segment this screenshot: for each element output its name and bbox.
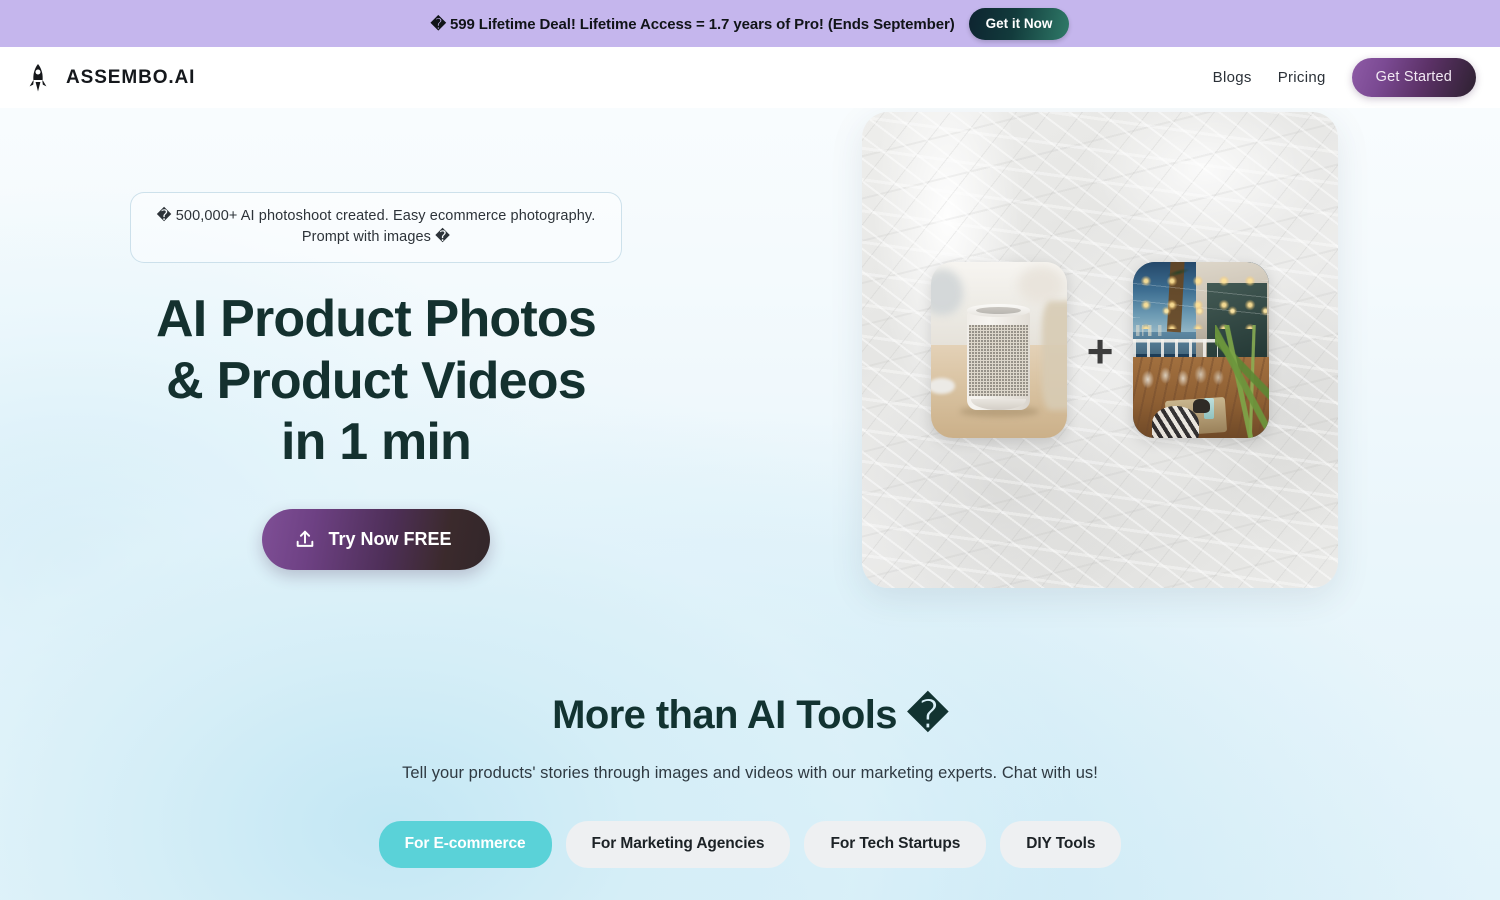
brand-logo[interactable]: ASSEMBO.AI	[26, 63, 195, 93]
hero-copy: � 500,000+ AI photoshoot created. Easy e…	[26, 108, 726, 571]
pill-diy-tools[interactable]: DIY Tools	[1000, 821, 1122, 868]
try-now-free-label: Try Now FREE	[328, 528, 452, 549]
hero-title-line-2: & Product Videos	[166, 351, 586, 410]
get-started-button[interactable]: Get Started	[1351, 58, 1476, 97]
get-it-now-button[interactable]: Get it Now	[968, 7, 1070, 40]
pill-for-ecommerce[interactable]: For E-commerce	[378, 821, 552, 868]
hero-section: � 500,000+ AI photoshoot created. Easy e…	[0, 108, 1500, 588]
audience-pill-row: For E-commerce For Marketing Agencies Fo…	[378, 821, 1122, 868]
paper-texture-card: +	[862, 112, 1338, 588]
speaker-photo	[930, 262, 1067, 438]
upload-icon	[297, 530, 314, 548]
promo-banner-text: � 599 Lifetime Deal! Lifetime Access = 1…	[430, 15, 955, 33]
product-thumbnail	[930, 262, 1067, 438]
promo-banner: � 599 Lifetime Deal! Lifetime Access = 1…	[0, 0, 1500, 47]
brand-name: ASSEMBO.AI	[66, 66, 196, 88]
page-title: AI Product Photos & Product Videos in 1 …	[136, 289, 616, 473]
tools-subtitle: Tell your products' stories through imag…	[402, 764, 1098, 782]
hero-media: +	[726, 108, 1474, 588]
scene-thumbnail	[1133, 262, 1270, 438]
tools-section: More than AI Tools � Tell your products'…	[0, 692, 1500, 868]
tools-title: More than AI Tools �	[552, 693, 948, 737]
rocket-icon	[29, 63, 47, 91]
pill-for-tech-startups[interactable]: For Tech Startups	[804, 821, 987, 868]
hero-title-line-3: in 1 min	[280, 412, 472, 471]
nav-link-pricing[interactable]: Pricing	[1278, 69, 1326, 86]
hero-badge: � 500,000+ AI photoshoot created. Easy e…	[130, 192, 622, 264]
main-nav: Blogs Pricing Get Started	[1213, 58, 1476, 97]
scene-photo	[1133, 262, 1270, 438]
pill-for-marketing-agencies[interactable]: For Marketing Agencies	[565, 821, 791, 868]
site-header: ASSEMBO.AI Blogs Pricing Get Started	[0, 47, 1500, 108]
try-now-free-button[interactable]: Try Now FREE	[262, 509, 490, 571]
plus-icon: +	[1086, 325, 1114, 377]
nav-link-blogs[interactable]: Blogs	[1213, 69, 1252, 86]
hero-title-line-1: AI Product Photos	[156, 290, 597, 349]
